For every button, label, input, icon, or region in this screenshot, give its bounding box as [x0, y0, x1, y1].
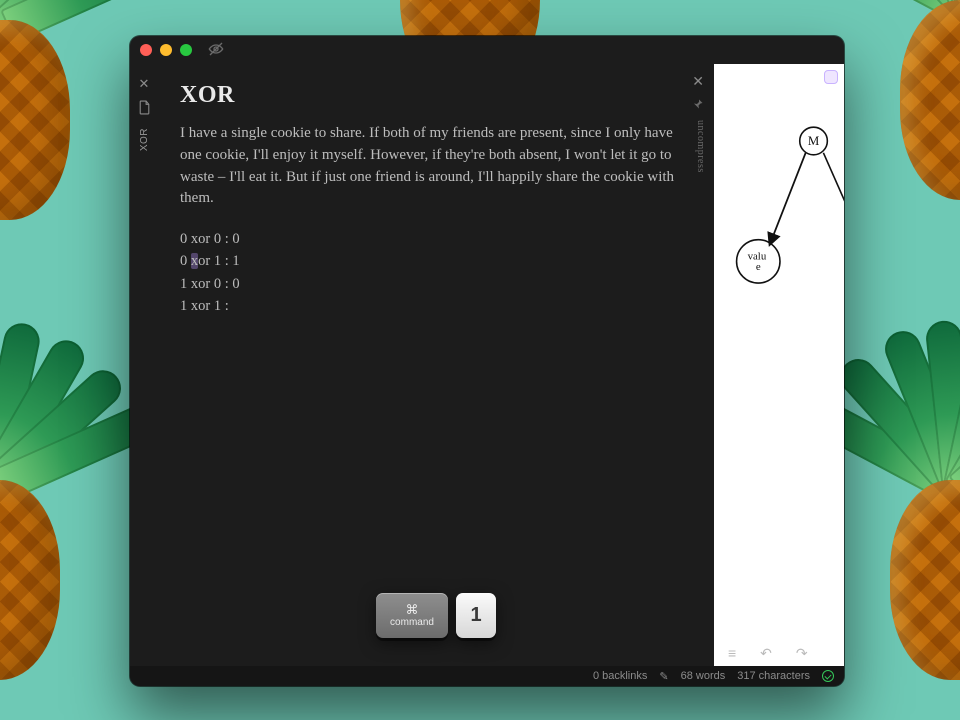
shortcut-hint: ⌘ command 1: [376, 593, 496, 638]
note-body[interactable]: I have a single cookie to share. If both…: [180, 123, 686, 210]
canvas-redo-icon[interactable]: ↷: [796, 645, 808, 662]
left-rail: ✕ XOR: [130, 64, 158, 666]
panel-pin-icon[interactable]: [692, 98, 704, 114]
visibility-off-icon[interactable]: [208, 41, 224, 60]
desktop-wallpaper: ✕ XOR ✕ uncompress XOR I have a single c…: [0, 0, 960, 720]
canvas-pane[interactable]: M valu e ≡ ↶ ↷: [714, 64, 844, 666]
key-command: ⌘ command: [376, 593, 448, 638]
canvas-drawing[interactable]: M valu e: [714, 64, 844, 666]
editor-pane[interactable]: ✕ uncompress XOR I have a single cookie …: [158, 64, 714, 666]
status-backlinks[interactable]: 0 backlinks: [593, 670, 647, 682]
command-label: command: [376, 617, 448, 628]
status-words[interactable]: 68 words: [681, 670, 726, 682]
truth-row: 1 xor 1 :: [180, 295, 686, 317]
app-window: ✕ XOR ✕ uncompress XOR I have a single c…: [130, 36, 844, 686]
note-title[interactable]: XOR: [180, 82, 686, 109]
panel-close-icon[interactable]: ✕: [692, 74, 704, 91]
status-bar: 0 backlinks ✎ 68 words 317 characters: [130, 666, 844, 686]
truth-row: 1 xor 0 : 0: [180, 273, 686, 295]
truth-table[interactable]: 0 xor 0 : 0 0 xor 1 : 1 1 xor 0 : 0 1 xo…: [180, 228, 686, 318]
canvas-node-bottom-label-2: e: [756, 261, 761, 273]
command-glyph-icon: ⌘: [376, 603, 448, 617]
key-1: 1: [456, 593, 496, 638]
canvas-undo-icon[interactable]: ↶: [760, 645, 772, 662]
truth-row: 0 xor 0 : 0: [180, 228, 686, 250]
traffic-light-zoom[interactable]: [180, 44, 192, 56]
edit-mode-icon[interactable]: ✎: [659, 670, 668, 683]
traffic-light-minimize[interactable]: [160, 44, 172, 56]
tab-label[interactable]: XOR: [139, 128, 150, 151]
canvas-menu-icon[interactable]: ≡: [728, 645, 736, 662]
window-titlebar[interactable]: [130, 36, 844, 64]
status-chars[interactable]: 317 characters: [737, 670, 810, 682]
canvas-node-top-label: M: [808, 134, 820, 148]
traffic-light-close[interactable]: [140, 44, 152, 56]
truth-row: 0 xor 1 : 1: [180, 250, 686, 272]
document-icon[interactable]: [138, 100, 151, 118]
canvas-toolbar: ≡ ↶ ↷: [728, 645, 808, 662]
panel-side-label: uncompress: [695, 120, 706, 173]
sync-ok-icon[interactable]: [822, 670, 834, 682]
close-tab-icon[interactable]: ✕: [139, 76, 150, 92]
